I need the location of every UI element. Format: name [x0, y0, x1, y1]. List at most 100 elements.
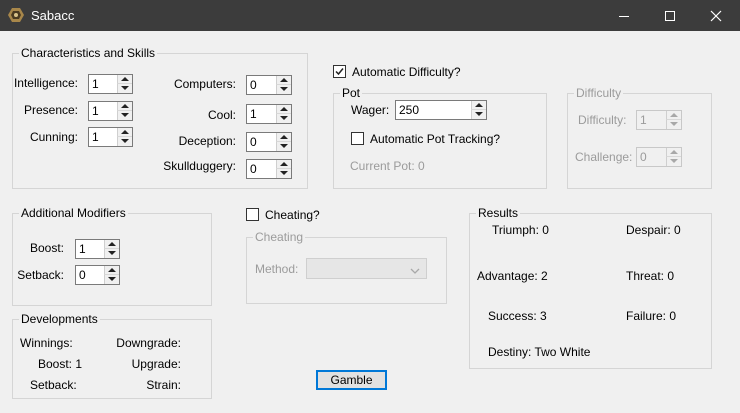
- cheating-checkbox[interactable]: [246, 208, 259, 221]
- intelligence-spinner[interactable]: 1: [88, 74, 133, 94]
- computers-down-arrow-icon[interactable]: [276, 85, 291, 94]
- boost-spinner[interactable]: 1: [75, 239, 120, 259]
- intelligence-up-arrow-icon[interactable]: [117, 75, 132, 84]
- skullduggery-label: Skullduggery:: [163, 159, 236, 173]
- maximize-button[interactable]: [647, 0, 693, 31]
- title-bar: Sabacc: [0, 0, 740, 31]
- presence-down-arrow-icon[interactable]: [117, 111, 132, 120]
- computers-label: Computers:: [173, 77, 236, 91]
- downgrade-label: Downgrade:: [116, 336, 181, 350]
- skullduggery-down-arrow-icon[interactable]: [276, 169, 291, 178]
- threat-label: Threat: 0: [626, 269, 675, 283]
- cheating-legend: Cheating: [253, 230, 306, 244]
- cool-down-arrow-icon[interactable]: [276, 114, 291, 123]
- deception-spinner[interactable]: 0: [246, 132, 292, 152]
- close-button[interactable]: [693, 0, 739, 31]
- computers-up-arrow-icon[interactable]: [276, 76, 291, 85]
- difficulty-down-arrow-icon[interactable]: [666, 120, 681, 129]
- deception-label: Deception:: [178, 134, 236, 148]
- cunning-down-arrow-icon[interactable]: [117, 137, 132, 146]
- pot-legend: Pot: [340, 86, 363, 100]
- strain-label: Strain:: [146, 378, 181, 392]
- cunning-label: Cunning:: [29, 130, 78, 144]
- sabacc-app-icon: [8, 8, 24, 22]
- window-title: Sabacc: [31, 8, 75, 23]
- cool-value[interactable]: 1: [250, 107, 257, 121]
- wager-label: Wager:: [351, 103, 390, 117]
- difficulty-legend: Difficulty: [574, 86, 624, 100]
- cool-spinner[interactable]: 1: [246, 104, 292, 124]
- intelligence-value[interactable]: 1: [92, 77, 99, 91]
- setback-spinner[interactable]: 0: [75, 265, 120, 285]
- upgrade-label: Upgrade:: [131, 357, 181, 371]
- presence-up-arrow-icon[interactable]: [117, 102, 132, 111]
- automatic-difficulty-label[interactable]: Automatic Difficulty?: [352, 65, 461, 79]
- despair-label: Despair: 0: [626, 223, 681, 237]
- developments-boost-label: Boost: 1: [38, 357, 83, 371]
- cunning-value[interactable]: 1: [92, 130, 99, 144]
- computers-value[interactable]: 0: [250, 78, 257, 92]
- automatic-pot-tracking-checkbox[interactable]: [351, 132, 364, 145]
- additional-modifiers-group: Additional Modifiers: [12, 206, 212, 306]
- challenge-up-arrow-icon[interactable]: [666, 148, 681, 157]
- intelligence-label: Intelligence:: [13, 76, 78, 90]
- difficulty-label: Difficulty:: [578, 113, 627, 127]
- advantage-label: Advantage: 2: [477, 269, 548, 283]
- skullduggery-value[interactable]: 0: [250, 162, 257, 176]
- skullduggery-spinner[interactable]: 0: [246, 159, 292, 179]
- method-dropdown[interactable]: [306, 258, 427, 279]
- difficulty-up-arrow-icon[interactable]: [666, 111, 681, 120]
- wager-down-arrow-icon[interactable]: [471, 110, 486, 119]
- presence-spinner[interactable]: 1: [88, 101, 133, 121]
- setback-down-arrow-icon[interactable]: [104, 275, 119, 284]
- triumph-label: Triumph: 0: [492, 223, 549, 237]
- cool-label: Cool:: [207, 108, 236, 122]
- method-label: Method:: [255, 262, 299, 276]
- minimize-button[interactable]: [601, 0, 647, 31]
- characteristics-legend: Characteristics and Skills: [19, 46, 158, 60]
- challenge-value[interactable]: 0: [640, 150, 647, 164]
- current-pot-label: Current Pot: 0: [350, 159, 425, 173]
- wager-up-arrow-icon[interactable]: [471, 101, 486, 110]
- skullduggery-up-arrow-icon[interactable]: [276, 160, 291, 169]
- success-label: Success: 3: [488, 309, 547, 323]
- failure-label: Failure: 0: [626, 309, 677, 323]
- presence-value[interactable]: 1: [92, 104, 99, 118]
- boost-up-arrow-icon[interactable]: [104, 240, 119, 249]
- chevron-down-icon: [410, 264, 420, 278]
- boost-value[interactable]: 1: [79, 242, 86, 256]
- challenge-down-arrow-icon[interactable]: [666, 157, 681, 166]
- challenge-label: Challenge:: [575, 150, 633, 164]
- cool-up-arrow-icon[interactable]: [276, 105, 291, 114]
- wager-spinner[interactable]: 250: [395, 100, 487, 120]
- developments-legend: Developments: [19, 312, 100, 326]
- difficulty-spinner[interactable]: 1: [636, 110, 682, 130]
- deception-value[interactable]: 0: [250, 135, 257, 149]
- difficulty-value[interactable]: 1: [640, 113, 647, 127]
- setback-value[interactable]: 0: [79, 268, 86, 282]
- difficulty-group: Difficulty: [567, 86, 712, 189]
- cunning-spinner[interactable]: 1: [88, 127, 133, 147]
- boost-down-arrow-icon[interactable]: [104, 249, 119, 258]
- cheating-checkbox-label[interactable]: Cheating?: [265, 208, 320, 222]
- destiny-label: Destiny: Two White: [488, 345, 591, 359]
- automatic-difficulty-checkbox[interactable]: [333, 65, 346, 78]
- deception-down-arrow-icon[interactable]: [276, 142, 291, 151]
- window-client: Characteristics and Skills Intelligence:…: [0, 31, 740, 413]
- deception-up-arrow-icon[interactable]: [276, 133, 291, 142]
- challenge-spinner[interactable]: 0: [636, 147, 682, 167]
- developments-setback-label: Setback:: [30, 378, 77, 392]
- gamble-button[interactable]: Gamble: [316, 370, 387, 390]
- automatic-pot-tracking-label[interactable]: Automatic Pot Tracking?: [370, 132, 500, 146]
- intelligence-down-arrow-icon[interactable]: [117, 84, 132, 93]
- boost-label: Boost:: [29, 241, 64, 255]
- setback-up-arrow-icon[interactable]: [104, 266, 119, 275]
- presence-label: Presence:: [23, 103, 78, 117]
- cunning-up-arrow-icon[interactable]: [117, 128, 132, 137]
- results-legend: Results: [476, 206, 521, 220]
- computers-spinner[interactable]: 0: [246, 75, 292, 95]
- additional-modifiers-legend: Additional Modifiers: [19, 206, 128, 220]
- setback-label: Setback:: [17, 268, 64, 282]
- wager-value[interactable]: 250: [399, 103, 419, 117]
- winnings-label: Winnings:: [20, 336, 73, 350]
